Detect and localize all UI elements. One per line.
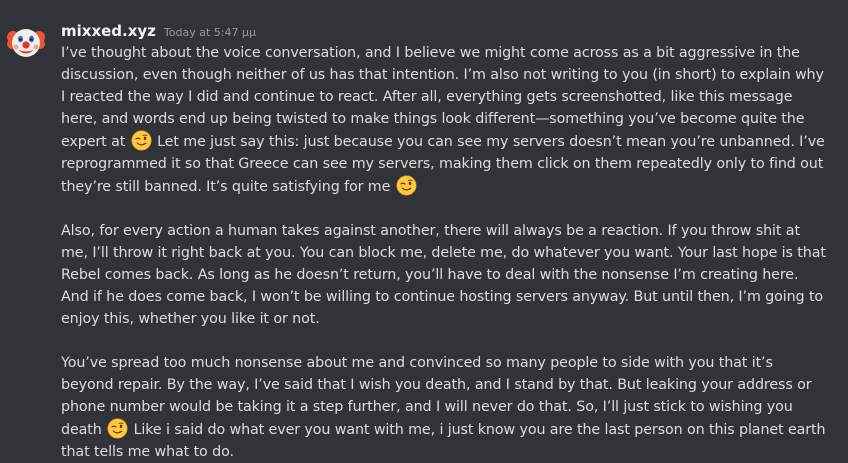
winking-face-emoji-icon xyxy=(396,175,417,196)
avatar[interactable] xyxy=(6,22,46,62)
timestamp: Today at 5:47 μμ xyxy=(163,26,256,39)
message-paragraph: You’ve spread too much nonsense about me… xyxy=(61,352,829,463)
chat-message: mixxed.xyz Today at 5:47 μμ I’ve thought… xyxy=(0,0,848,460)
message-text: Let me just say this: just because you c… xyxy=(61,134,825,195)
message-header: mixxed.xyz Today at 5:47 μμ xyxy=(61,22,256,44)
message-text: Also, for every action a human takes aga… xyxy=(61,223,826,327)
clown-face-icon xyxy=(6,22,46,62)
winking-face-emoji-icon xyxy=(131,130,152,151)
message-text: Like i said do what ever you want with m… xyxy=(61,422,826,460)
message-content: I’ve thought about the voice conversatio… xyxy=(61,42,829,463)
message-paragraph: I’ve thought about the voice conversatio… xyxy=(61,42,829,198)
message-paragraph: Also, for every action a human takes aga… xyxy=(61,220,829,330)
winking-face-emoji-icon xyxy=(107,418,128,439)
username[interactable]: mixxed.xyz xyxy=(61,22,156,40)
